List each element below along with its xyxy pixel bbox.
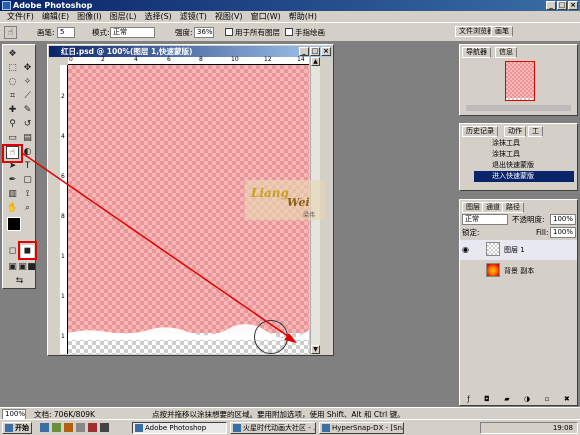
app-icon[interactable] [88,423,97,432]
adjustment-layer-icon[interactable]: ◑ [524,394,530,405]
blend-mode-select[interactable]: 正常 [462,214,508,225]
layer-mask-icon[interactable]: ◘ [484,394,490,405]
outlook-icon[interactable] [64,423,73,432]
layers-panel: 图层 通道 路径 正常 不透明度: 100% 锁定: Fill: 100% ◉ … [459,199,578,406]
task-photoshop[interactable]: Adobe Photoshop [132,422,227,434]
tab-info[interactable]: 信息 [495,47,517,58]
tab-history[interactable]: 历史记录 [462,126,498,137]
fill-input[interactable]: 100% [550,227,576,238]
navigator-panel: 导航器 信息 [459,44,578,116]
lock-label: 锁定: [462,228,480,237]
status-bar: 100% 文档: 706K/809K 点按并拖移以涂抹想要的区域。要用附加选项，… [0,407,580,420]
trash-icon[interactable]: ✖ [564,394,570,405]
desktop-icon[interactable] [52,423,61,432]
layer-style-icon[interactable]: ƒ [467,394,469,405]
doc-size: 文档: 706K/809K [34,410,95,419]
history-item[interactable]: 涂抹工具 [464,138,520,149]
tab-actions[interactable]: 动作 [504,126,526,137]
layer-row[interactable]: ◉ 图层 1 [460,240,577,260]
history-panel: 历史记录 动作 工 涂抹工具 涂抹工具 退出快速蒙版 进入快速蒙版 [459,123,578,191]
layer-opacity-input[interactable]: 100% [550,214,576,225]
tab-layers[interactable]: 图层 [462,202,484,213]
layer-thumbnail [486,242,500,256]
history-item[interactable]: 退出快速蒙版 [464,160,534,171]
app-icon[interactable] [100,423,109,432]
tab-paths[interactable]: 路径 [502,202,524,213]
layer-thumbnail [486,263,500,277]
history-item[interactable]: 涂抹工具 [464,149,520,160]
task-hypersnap[interactable]: HyperSnap-DX - [Snap5.j... [319,422,404,434]
new-layer-icon[interactable]: ▫ [545,394,550,405]
tab-navigator[interactable]: 导航器 [462,47,491,58]
tab-channels[interactable]: 通道 [482,202,504,213]
tab-tool-presets[interactable]: 工 [528,126,543,137]
task-browser[interactable]: 火星时代动画大社区 - ... [230,422,316,434]
start-button[interactable]: 开始 [2,422,32,434]
layer-row[interactable]: 背景 副本 [460,261,577,281]
history-item-active[interactable]: 进入快速蒙版 [474,171,574,182]
navigator-zoom-slider[interactable] [466,105,571,111]
clock: 19:08 [552,424,573,432]
ie-icon[interactable] [40,423,49,432]
navigator-thumbnail[interactable] [505,61,535,101]
layer-opacity-label: 不透明度: [512,215,545,224]
app-icon[interactable] [76,423,85,432]
layers-footer: ƒ ◘ ▰ ◑ ▫ ✖ [460,394,577,405]
layer-set-icon[interactable]: ▰ [504,394,509,405]
eye-icon[interactable]: ◉ [462,245,469,254]
quick-launch [40,423,120,433]
system-tray: 19:08 [480,422,578,434]
taskbar: 开始 Adobe Photoshop 火星时代动画大社区 - ... Hyper… [0,419,580,435]
status-hint: 点按并拖移以涂抹想要的区域。要用附加选项，使用 Shift、Alt 和 Ctrl… [152,410,405,419]
fill-label: Fill: [536,228,549,237]
